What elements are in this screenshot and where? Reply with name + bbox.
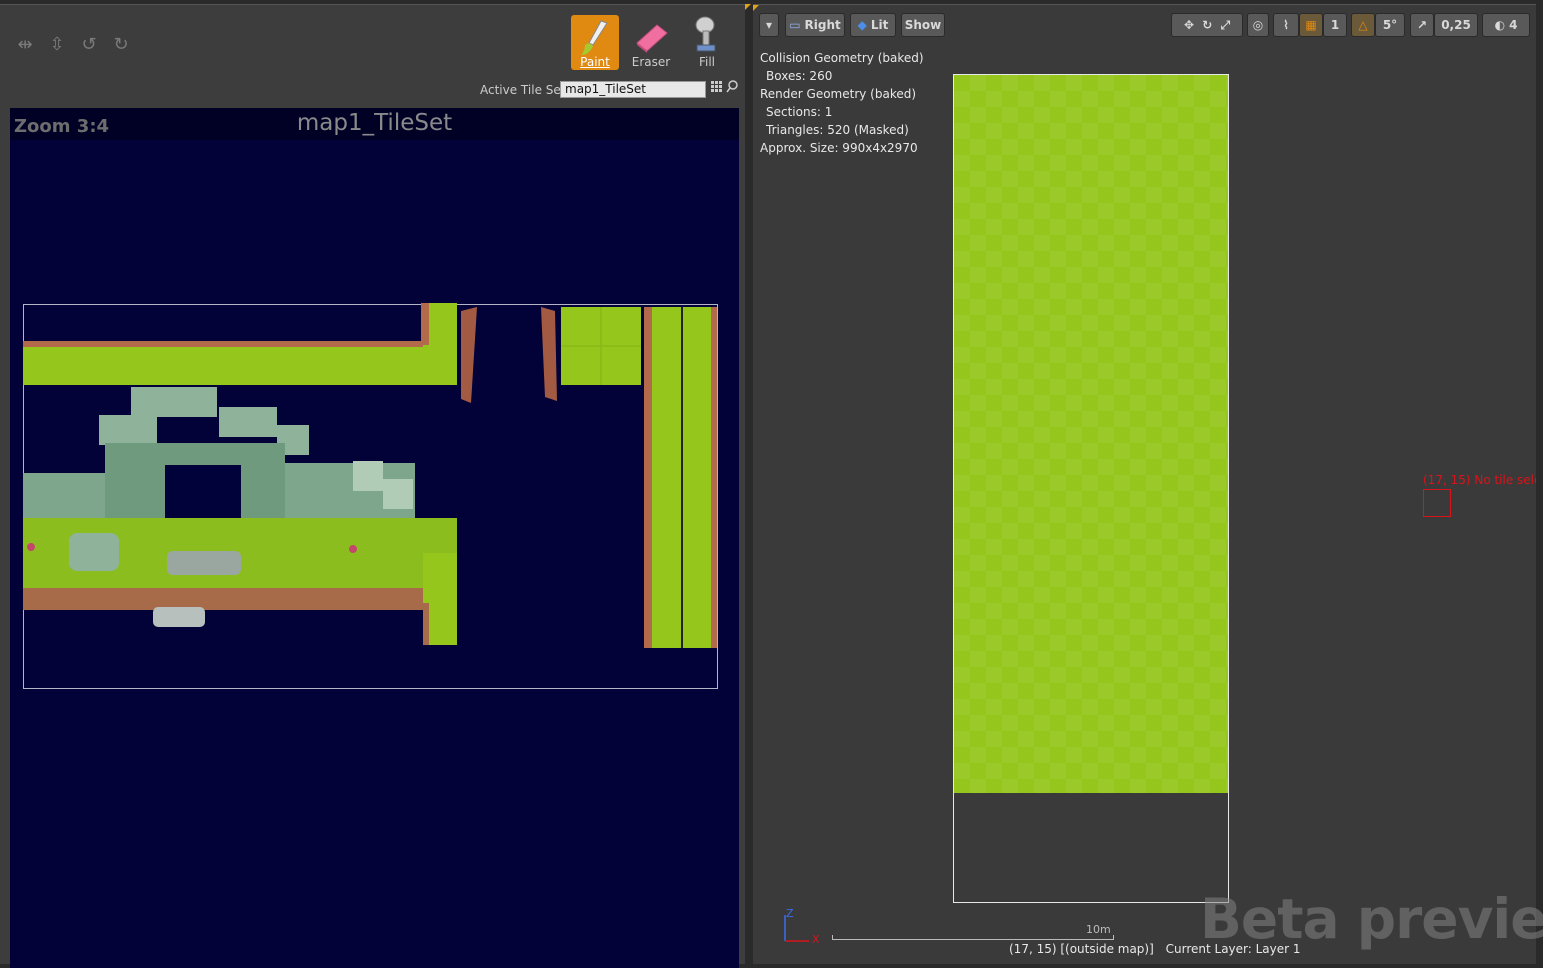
sections-count: Sections: 1 bbox=[766, 105, 833, 119]
boxes-count: Boxes: 260 bbox=[766, 69, 833, 83]
camera-icon: ▭ bbox=[789, 18, 801, 32]
search-icon[interactable] bbox=[726, 80, 739, 93]
axis-x-label: X bbox=[812, 933, 820, 946]
camera-speed-icon: ◐ bbox=[1494, 18, 1506, 32]
fill-bucket-icon bbox=[695, 16, 716, 52]
paint-tool-button[interactable]: Paint bbox=[571, 15, 619, 70]
rotate-ccw-icon[interactable]: ↺ bbox=[79, 35, 99, 55]
scale-bar bbox=[832, 935, 1114, 940]
eraser-tool-button[interactable]: Eraser bbox=[627, 15, 675, 70]
show-flags-button[interactable]: Show bbox=[901, 13, 945, 37]
approx-size: Approx. Size: 990x4x2970 bbox=[760, 141, 918, 155]
rotate-icon[interactable]: ↻ bbox=[1202, 18, 1212, 32]
fill-tool-label: Fill bbox=[698, 55, 716, 69]
scale-snap-value-label: 0,25 bbox=[1441, 18, 1471, 32]
chevron-down-icon: ▾ bbox=[765, 18, 773, 32]
tile-map-bounds[interactable] bbox=[953, 74, 1229, 903]
paint-tool-label: Paint bbox=[580, 55, 610, 69]
view-mode-button[interactable]: ▭ Right bbox=[785, 13, 845, 37]
grid-snap-toggle[interactable]: ▦ bbox=[1299, 13, 1323, 37]
status-layer: Current Layer: Layer 1 bbox=[1165, 942, 1301, 956]
tile-set-viewer[interactable]: Zoom 3:4 map1_TileSet bbox=[10, 108, 739, 968]
active-tile-set-label: Active Tile Set bbox=[480, 83, 566, 97]
angle-icon: △ bbox=[1358, 18, 1368, 32]
tile-set-title: map1_TileSet bbox=[296, 110, 453, 136]
surface-snap-button[interactable]: ⌇ bbox=[1273, 13, 1299, 37]
axis-z-label: Z bbox=[786, 907, 794, 920]
camera-speed-label: 4 bbox=[1509, 18, 1518, 32]
grid-icon: ▦ bbox=[1305, 18, 1317, 32]
tile-set-sprite-sheet[interactable] bbox=[23, 303, 718, 648]
scale-snap-value[interactable]: 0,25 bbox=[1434, 13, 1478, 37]
fill-tool-button[interactable]: Fill bbox=[683, 15, 731, 70]
viewport-corner bbox=[753, 5, 759, 11]
status-bar: (17, 15) [(outside map)] Current Layer: … bbox=[1009, 942, 1301, 956]
scale-arrow-icon: ↗ bbox=[1416, 18, 1428, 32]
scale-snap-toggle[interactable]: ↗ bbox=[1410, 13, 1434, 37]
lighting-mode-label: Lit bbox=[870, 18, 889, 32]
camera-speed-button[interactable]: ◐ 4 bbox=[1482, 13, 1530, 37]
view-mode-label: Right bbox=[804, 18, 841, 32]
collision-title: Collision Geometry (baked) bbox=[760, 51, 924, 65]
eraser-icon bbox=[636, 24, 668, 53]
flip-vertical-icon[interactable]: ⇳ bbox=[47, 35, 67, 55]
tile-map-layer-fill bbox=[954, 75, 1228, 793]
translate-icon[interactable]: ✥ bbox=[1184, 18, 1194, 32]
splitter-corner bbox=[745, 4, 751, 10]
render-title: Render Geometry (baked) bbox=[760, 87, 917, 101]
lighting-mode-button[interactable]: ◆ Lit bbox=[850, 13, 896, 37]
scale-bar-label: 10m bbox=[1086, 923, 1111, 936]
rotate-snap-toggle[interactable]: △ bbox=[1351, 13, 1375, 37]
tile-map-viewport[interactable]: ▾ ▭ Right ◆ Lit Show ✥ ↻ ⤢ ◎ ⌇ ▦ 1 △ 5° ↗ … bbox=[753, 4, 1543, 964]
flip-horizontal-icon[interactable]: ⇹ bbox=[15, 35, 35, 55]
cursor-tile-box bbox=[1423, 489, 1451, 517]
rotate-snap-value-label: 5° bbox=[1382, 18, 1398, 32]
status-coords: (17, 15) [(outside map)] bbox=[1009, 942, 1154, 956]
rotate-snap-value[interactable]: 5° bbox=[1375, 13, 1405, 37]
grid-snap-value[interactable]: 1 bbox=[1323, 13, 1347, 37]
world-local-toggle[interactable]: ◎ bbox=[1247, 13, 1269, 37]
surface-snap-icon: ⌇ bbox=[1283, 18, 1289, 32]
rotate-cw-icon[interactable]: ↻ bbox=[111, 35, 131, 55]
panel-splitter[interactable] bbox=[745, 0, 753, 963]
show-label: Show bbox=[904, 18, 942, 32]
viewport-options-dropdown[interactable]: ▾ bbox=[759, 13, 779, 37]
active-tile-set-field[interactable]: map1_TileSet bbox=[560, 81, 706, 98]
lit-sphere-icon: ◆ bbox=[857, 18, 867, 32]
scale-icon[interactable]: ⤢ bbox=[1220, 18, 1230, 32]
paint-brush-icon bbox=[581, 20, 608, 55]
eraser-tool-label: Eraser bbox=[631, 55, 671, 69]
globe-icon: ◎ bbox=[1252, 18, 1264, 32]
tile-palette-panel: ⇹ ⇳ ↺ ↻ Paint Eraser Fill Active Tile Se… bbox=[0, 4, 745, 968]
triangles-count: Triangles: 520 (Masked) bbox=[766, 123, 909, 137]
grid-view-icon[interactable] bbox=[711, 81, 723, 93]
grid-snap-value-label: 1 bbox=[1330, 18, 1340, 32]
transform-group: ✥ ↻ ⤢ bbox=[1171, 13, 1243, 37]
cursor-tile-label: (17, 15) No tile selected bbox=[1423, 473, 1536, 487]
